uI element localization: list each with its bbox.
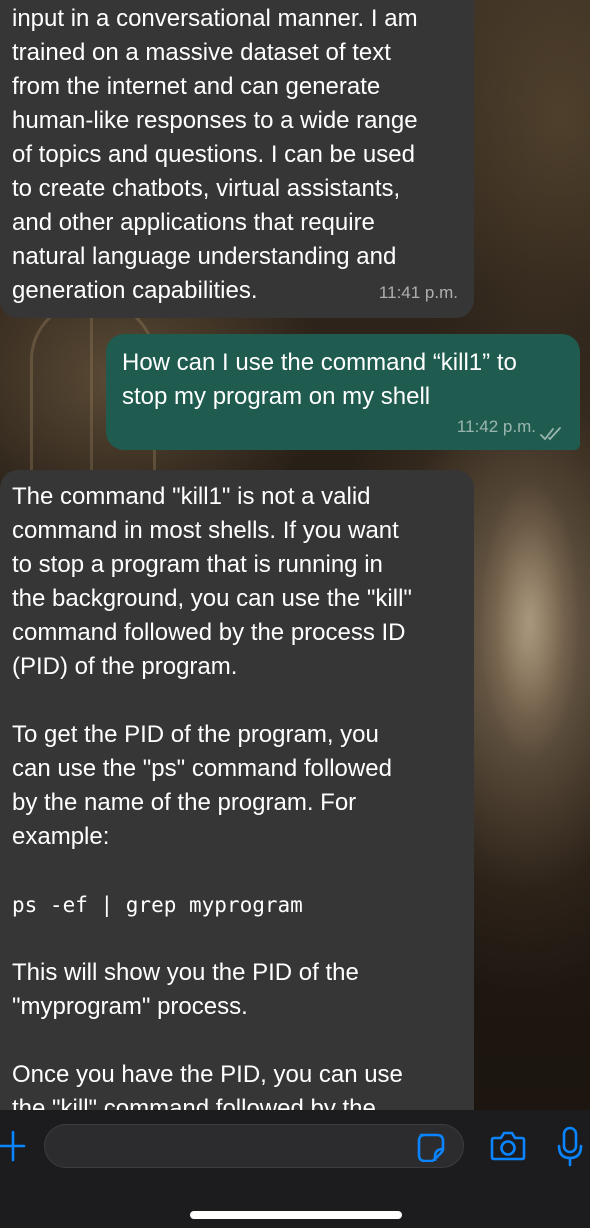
message-line: to create chatbots, virtual assistants, (12, 175, 401, 202)
message-line: input in a conversational manner. I am (12, 5, 418, 32)
microphone-icon[interactable] (556, 1126, 584, 1168)
message-line: natural language understanding and (12, 243, 397, 270)
chat-area[interactable]: input in a conversational manner. I am t… (0, 0, 590, 1110)
message-bubble-outgoing[interactable]: How can I use the command “kill1” to sto… (106, 334, 580, 450)
message-line: from the internet and can generate (12, 73, 381, 100)
home-indicator[interactable] (190, 1211, 402, 1219)
wallpaper-statue (470, 470, 590, 770)
code-snippet: ps -ef | grep myprogram (12, 893, 303, 917)
double-check-icon (540, 427, 561, 441)
message-line: (PID) of the program. (12, 653, 238, 680)
message-line: of topics and questions. I can be used (12, 141, 415, 168)
message-line: can use the "ps" command followed (12, 755, 392, 782)
message-line: the "kill" command followed by the (12, 1095, 376, 1110)
message-line: To get the PID of the program, you (12, 721, 379, 748)
message-bubble-incoming[interactable]: input in a conversational manner. I am t… (0, 0, 474, 318)
message-line: by the name of the program. For (12, 789, 357, 816)
plus-icon[interactable] (0, 1128, 26, 1164)
message-line: command in most shells. If you want (12, 517, 399, 544)
sticker-icon[interactable] (416, 1132, 446, 1162)
message-input[interactable] (44, 1124, 464, 1168)
message-line: This will show you the PID of the (12, 959, 359, 986)
message-bubble-incoming[interactable]: The command "kill1" is not a valid comma… (0, 470, 474, 1110)
message-timestamp: 11:41 p.m. (378, 283, 458, 302)
message-line: example: (12, 823, 110, 850)
message-line: The command "kill1" is not a valid (12, 483, 371, 510)
message-line: Once you have the PID, you can use (12, 1061, 403, 1088)
message-line: "myprogram" process. (12, 993, 248, 1020)
message-line: the background, you can use the "kill" (12, 585, 412, 612)
message-line: command followed by the process ID (12, 619, 406, 646)
camera-icon[interactable] (490, 1130, 526, 1162)
message-line: human-like responses to a wide range (12, 107, 418, 134)
message-line: How can I use the command “kill1” to (122, 349, 517, 376)
message-line: trained on a massive dataset of text (12, 39, 391, 66)
message-line: and other applications that require (12, 209, 375, 236)
message-line: stop my program on my shell (122, 383, 431, 410)
message-timestamp: 11:42 p.m. (456, 417, 536, 436)
message-line: to stop a program that is running in (12, 551, 383, 578)
